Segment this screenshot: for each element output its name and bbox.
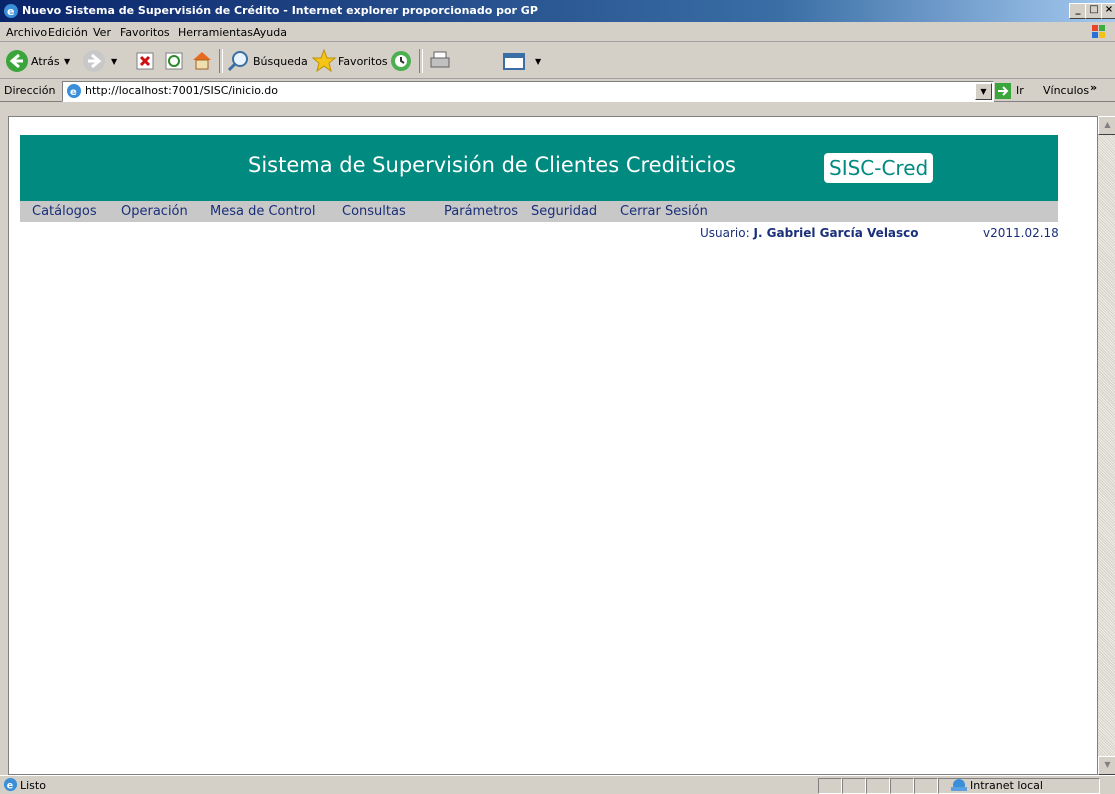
vertical-scrollbar[interactable]: ▲ ▼ xyxy=(1098,116,1115,775)
go-arrow-icon[interactable] xyxy=(994,82,1012,100)
status-pane xyxy=(914,778,938,794)
menu-ayuda[interactable]: Ayuda xyxy=(253,26,287,39)
address-bar: Dirección e http://localhost:7001/SISC/i… xyxy=(0,80,1115,102)
menu-archivo[interactable]: Archivo xyxy=(6,26,47,39)
forward-arrow-icon[interactable] xyxy=(82,49,106,73)
go-button[interactable]: Ir xyxy=(1016,84,1024,97)
app-version: v2011.02.18 xyxy=(983,226,1059,240)
scroll-down-icon[interactable]: ▼ xyxy=(1098,756,1115,775)
user-name: J. Gabriel García Velasco xyxy=(753,226,919,240)
svg-text:e: e xyxy=(70,87,77,98)
links-chevron-icon[interactable]: » xyxy=(1090,81,1097,94)
zone-label: Intranet local xyxy=(970,779,1043,792)
nav-mesa-de-control[interactable]: Mesa de Control xyxy=(210,204,315,219)
favorites-label[interactable]: Favoritos xyxy=(338,55,388,68)
svg-text:e: e xyxy=(7,5,14,18)
status-pane xyxy=(890,778,914,794)
page-status-icon: e xyxy=(3,777,18,791)
toolbar-separator xyxy=(419,49,423,73)
nav-consultas[interactable]: Consultas xyxy=(342,204,406,219)
address-label: Dirección xyxy=(4,84,56,97)
main-nav: Catálogos Operación Mesa de Control Cons… xyxy=(20,201,1058,222)
status-bar: e Listo Intranet local xyxy=(0,775,1115,794)
back-dropdown-icon[interactable]: ▼ xyxy=(64,57,70,66)
status-pane xyxy=(818,778,842,794)
history-icon[interactable] xyxy=(389,49,413,73)
stop-icon[interactable] xyxy=(136,52,154,70)
user-info: Usuario: J. Gabriel García Velasco xyxy=(700,226,919,240)
menu-favoritos[interactable]: Favoritos xyxy=(120,26,170,39)
search-label[interactable]: Búsqueda xyxy=(253,55,308,68)
print-icon[interactable] xyxy=(428,50,452,72)
back-arrow-icon[interactable] xyxy=(5,49,29,73)
status-pane xyxy=(866,778,890,794)
menu-herramientas[interactable]: Herramientas xyxy=(178,26,253,39)
nav-parametros[interactable]: Parámetros xyxy=(444,204,518,219)
svg-text:e: e xyxy=(7,780,13,791)
toolbar-separator xyxy=(219,49,223,73)
window-titlebar[interactable]: e Nuevo Sistema de Supervisión de Crédit… xyxy=(0,0,1115,22)
toolbar: Atrás ▼ ▼ Búsqueda Favoritos ▼ xyxy=(0,43,1115,79)
nav-seguridad[interactable]: Seguridad xyxy=(531,204,597,219)
address-dropdown-icon[interactable]: ▼ xyxy=(975,83,992,100)
app-logo: SISC-Cred xyxy=(824,153,934,183)
page-title: Sistema de Supervisión de Clientes Credi… xyxy=(248,153,736,177)
edit-page-icon[interactable] xyxy=(502,50,528,72)
refresh-icon[interactable] xyxy=(165,52,183,70)
scroll-up-icon[interactable]: ▲ xyxy=(1098,116,1115,135)
status-pane xyxy=(842,778,866,794)
close-button[interactable]: × xyxy=(1101,3,1115,19)
window-title: Nuevo Sistema de Supervisión de Crédito … xyxy=(22,4,538,17)
back-label[interactable]: Atrás xyxy=(31,55,60,68)
ie-icon: e xyxy=(4,4,18,18)
nav-cerrar-sesion[interactable]: Cerrar Sesión xyxy=(620,204,708,219)
nav-operacion[interactable]: Operación xyxy=(121,204,188,219)
address-input[interactable]: e http://localhost:7001/SISC/inicio.do ▼ xyxy=(62,81,994,102)
menu-ver[interactable]: Ver xyxy=(93,26,111,39)
address-url: http://localhost:7001/SISC/inicio.do xyxy=(85,84,279,97)
home-icon[interactable] xyxy=(191,49,213,71)
user-label: Usuario: xyxy=(700,226,750,240)
forward-dropdown-icon[interactable]: ▼ xyxy=(111,57,117,66)
favorites-star-icon[interactable] xyxy=(311,48,337,74)
page-banner: Sistema de Supervisión de Clientes Credi… xyxy=(20,135,1058,201)
windows-logo-icon xyxy=(1092,25,1105,38)
intranet-icon xyxy=(951,779,967,791)
search-icon[interactable] xyxy=(226,49,250,73)
menu-edicion[interactable]: Edición xyxy=(48,26,88,39)
nav-catalogos[interactable]: Catálogos xyxy=(32,204,97,219)
menu-bar: Archivo Edición Ver Favoritos Herramient… xyxy=(0,22,1115,42)
links-label[interactable]: Vínculos xyxy=(1043,84,1089,97)
page-icon: e xyxy=(67,84,81,98)
edit-dropdown-icon[interactable]: ▼ xyxy=(535,57,541,66)
status-text: Listo xyxy=(20,779,46,792)
